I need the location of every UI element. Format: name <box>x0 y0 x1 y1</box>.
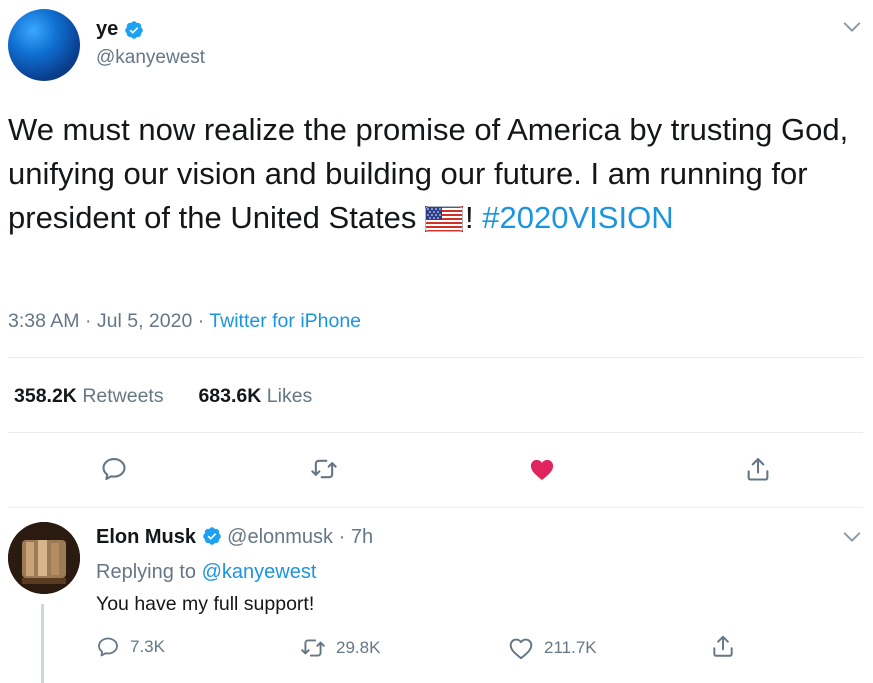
reply-icon[interactable] <box>100 455 128 483</box>
reply-verified-badge-icon <box>202 526 222 546</box>
reply-retweet-count: 29.8K <box>336 638 381 657</box>
reply-time[interactable]: 7h <box>351 526 373 548</box>
meta-separator: · <box>197 310 205 332</box>
tweet-source-link[interactable]: Twitter for iPhone <box>209 310 361 332</box>
meta-separator: · <box>84 310 92 332</box>
retweets-stat[interactable]: 358.2K Retweets <box>14 385 164 407</box>
verified-badge-icon <box>124 20 144 40</box>
reply-text: You have my full support! <box>96 593 315 615</box>
reply-author-handle[interactable]: @elonmusk <box>227 526 333 548</box>
share-icon[interactable] <box>744 455 772 483</box>
divider <box>8 432 863 433</box>
tweet-exclamation: ! <box>465 200 474 235</box>
likes-stat[interactable]: 683.6K Likes <box>198 385 312 407</box>
likes-count: 683.6K <box>198 385 262 407</box>
thread-line <box>41 604 44 683</box>
likes-label: Likes <box>266 385 313 407</box>
replying-to-handle[interactable]: @kanyewest <box>202 561 317 583</box>
us-flag-icon <box>425 206 464 232</box>
tweet-time[interactable]: 3:38 AM <box>8 310 80 332</box>
replying-to-label: Replying to <box>96 561 197 583</box>
author-handle[interactable]: @kanyewest <box>96 47 205 69</box>
retweets-count: 358.2K <box>14 385 77 407</box>
reply-icon[interactable] <box>96 635 120 659</box>
share-icon[interactable] <box>710 633 736 659</box>
reply-retweet-action[interactable]: 29.8K <box>300 635 380 661</box>
tweet-stats: 358.2K Retweets 683.6K Likes <box>14 385 312 408</box>
retweet-icon[interactable] <box>300 635 326 661</box>
heart-icon[interactable] <box>508 635 534 661</box>
tweet-date[interactable]: Jul 5, 2020 <box>97 310 192 332</box>
divider <box>8 357 863 358</box>
author-avatar[interactable] <box>8 9 80 81</box>
heart-icon[interactable] <box>528 455 556 483</box>
retweet-icon[interactable] <box>310 455 338 483</box>
reply-author-name[interactable]: Elon Musk <box>96 526 196 548</box>
reply-author-avatar[interactable] <box>8 522 80 594</box>
reply-header: Elon Musk @elonmusk · 7h <box>96 526 373 549</box>
hashtag-link[interactable]: #2020VISION <box>482 200 673 235</box>
reply-reply-action[interactable]: 7.3K <box>96 635 165 659</box>
author-display-name[interactable]: ye <box>96 18 118 41</box>
reply-menu-chevron-down-icon[interactable] <box>841 526 863 548</box>
retweets-label: Retweets <box>82 385 164 407</box>
tweet-menu-chevron-down-icon[interactable] <box>841 16 863 38</box>
divider <box>8 507 863 508</box>
reply-reply-count: 7.3K <box>130 637 165 656</box>
reply-separator: · <box>338 526 346 548</box>
reply-like-count: 211.7K <box>544 638 597 657</box>
tweet-meta: 3:38 AM · Jul 5, 2020 · Twitter for iPho… <box>8 310 361 333</box>
reply-like-action[interactable]: 211.7K <box>508 635 597 661</box>
tweet-text: We must now realize the promise of Ameri… <box>8 108 863 240</box>
replying-to-line: Replying to @kanyewest <box>96 561 316 584</box>
reply-share-action[interactable] <box>710 633 736 659</box>
